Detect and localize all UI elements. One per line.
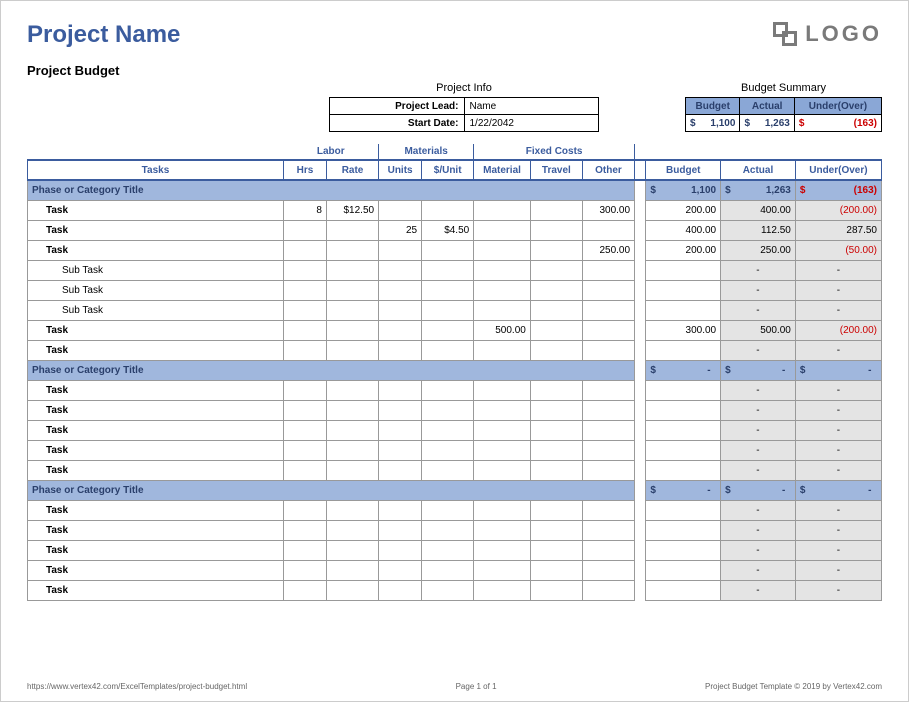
page-footer: https://www.vertex42.com/ExcelTemplates/… (27, 682, 882, 691)
col-rate: Rate (326, 160, 378, 180)
col-hrs: Hrs (283, 160, 326, 180)
project-lead-value[interactable]: Name (464, 98, 599, 115)
table-row: Task-- (28, 460, 882, 480)
summary-actual: $1,263 (740, 115, 794, 132)
col-fixed: Fixed Costs (474, 144, 635, 160)
summary-header-under: Under(Over) (794, 98, 881, 115)
col-tasks: Tasks (28, 160, 284, 180)
col-units: Units (379, 160, 422, 180)
col-materials: Materials (379, 144, 474, 160)
table-row: Sub Task-- (28, 260, 882, 280)
logo-text: LOGO (805, 21, 882, 47)
summary-header-actual: Actual (740, 98, 794, 115)
table-row: Task-- (28, 540, 882, 560)
header: Project Name LOGO (27, 21, 882, 49)
start-date-label: Start Date: (330, 115, 465, 132)
phase-under: $(163) (795, 180, 881, 200)
project-lead-label: Project Lead: (330, 98, 465, 115)
logo-icon (773, 22, 797, 46)
table-row: Task25$4.50400.00112.50287.50 (28, 220, 882, 240)
table-row: Sub Task-- (28, 280, 882, 300)
phase-row: Phase or Category Title $1,100 $1,263 $(… (28, 180, 882, 200)
table-row: Task-- (28, 580, 882, 600)
col-actual: Actual (721, 160, 796, 180)
col-material: Material (474, 160, 531, 180)
table-row: Task-- (28, 520, 882, 540)
phase-title[interactable]: Phase or Category Title (28, 180, 635, 200)
col-other: Other (582, 160, 634, 180)
phase-title[interactable]: Phase or Category Title (28, 360, 635, 380)
phase-title[interactable]: Phase or Category Title (28, 480, 635, 500)
table-row: Task-- (28, 440, 882, 460)
phase-actual: $1,263 (721, 180, 796, 200)
footer-copyright: Project Budget Template © 2019 by Vertex… (705, 682, 882, 691)
table-row: Task8$12.50300.00200.00400.00(200.00) (28, 200, 882, 220)
table-row: Sub Task-- (28, 300, 882, 320)
table-row: Task-- (28, 560, 882, 580)
start-date-value[interactable]: 1/22/2042 (464, 115, 599, 132)
project-info-table: Project Lead: Name Start Date: 1/22/2042 (329, 97, 599, 132)
table-row: Task-- (28, 380, 882, 400)
col-budget: Budget (646, 160, 721, 180)
col-perunit: $/Unit (422, 160, 474, 180)
phase-row: Phase or Category Title $- $- $- (28, 480, 882, 500)
section-subtitle: Project Budget (27, 63, 882, 78)
logo: LOGO (773, 21, 882, 47)
phase-budget: $1,100 (646, 180, 721, 200)
footer-url: https://www.vertex42.com/ExcelTemplates/… (27, 682, 247, 691)
table-row: Task-- (28, 420, 882, 440)
summary-budget: $1,100 (686, 115, 740, 132)
footer-page: Page 1 of 1 (456, 682, 497, 691)
phase-row: Phase or Category Title $- $- $- (28, 360, 882, 380)
col-under: Under(Over) (795, 160, 881, 180)
table-row: Task500.00300.00500.00(200.00) (28, 320, 882, 340)
summary-under: $(163) (794, 115, 881, 132)
summary-header-budget: Budget (686, 98, 740, 115)
col-labor: Labor (283, 144, 378, 160)
project-info: Project Info Project Lead: Name Start Da… (329, 82, 599, 132)
budget-summary: Budget Summary Budget Actual Under(Over)… (685, 82, 882, 132)
table-row: Task-- (28, 340, 882, 360)
table-row: Task-- (28, 400, 882, 420)
col-travel: Travel (530, 160, 582, 180)
table-row: Task250.00200.00250.00(50.00) (28, 240, 882, 260)
project-title: Project Name (27, 21, 180, 49)
project-info-title: Project Info (329, 82, 599, 94)
budget-grid: Labor Materials Fixed Costs Tasks Hrs Ra… (27, 144, 882, 601)
info-row: Project Info Project Lead: Name Start Da… (27, 82, 882, 132)
table-row: Task-- (28, 500, 882, 520)
grid-group-header: Labor Materials Fixed Costs (28, 144, 882, 160)
page: Project Name LOGO Project Budget Project… (0, 0, 909, 702)
budget-summary-table: Budget Actual Under(Over) $1,100 $1,263 … (685, 97, 882, 132)
budget-summary-title: Budget Summary (685, 82, 882, 94)
grid-column-header: Tasks Hrs Rate Units $/Unit Material Tra… (28, 160, 882, 180)
